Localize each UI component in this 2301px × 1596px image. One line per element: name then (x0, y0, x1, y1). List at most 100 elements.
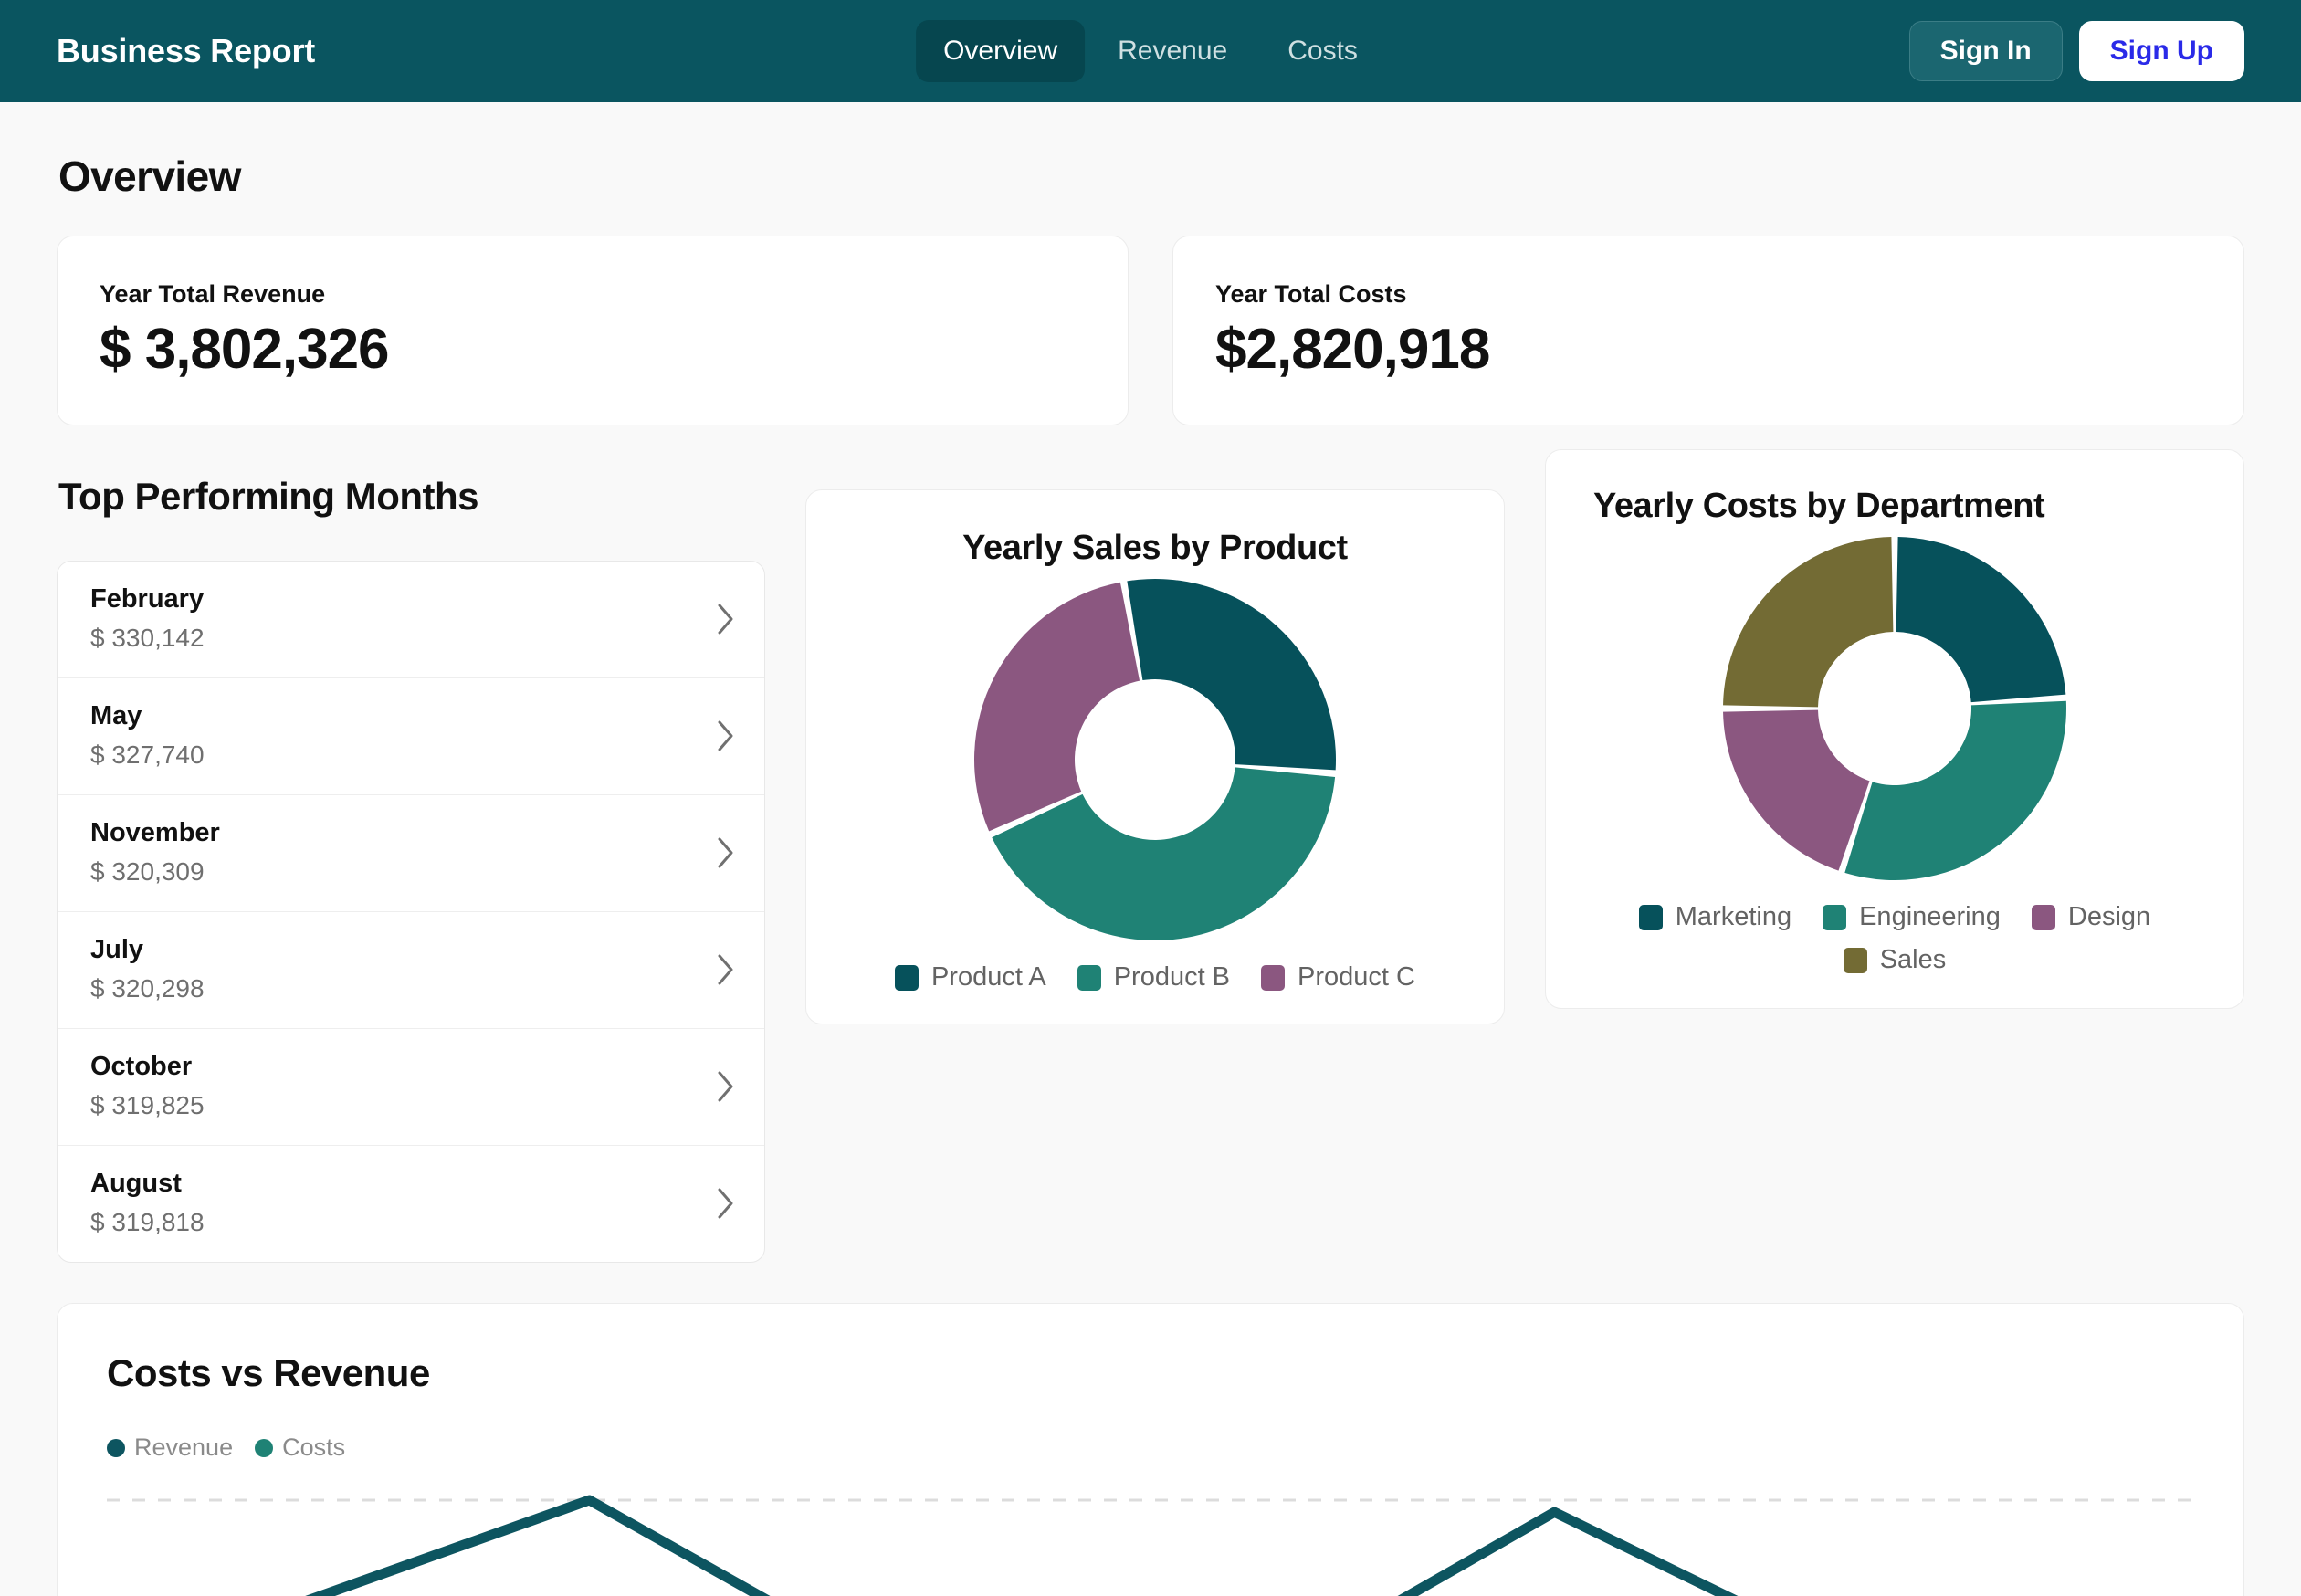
month-info: February $ 330,142 (74, 584, 717, 653)
legend-item-costs[interactable]: Costs (255, 1433, 345, 1462)
yearly-sales-by-product-card: Yearly Sales by Product Product A Product… (804, 489, 1505, 1025)
middle-row: February $ 330,142 May $ 327,740 Novembe… (57, 449, 2244, 1264)
kpi-row: Year Total Revenue $ 3,802,326 Year Tota… (57, 236, 2244, 426)
yearly-costs-chart-title: Yearly Costs by Department (1592, 487, 2045, 526)
legend-item[interactable]: Product C (1261, 962, 1415, 992)
legend-dot-revenue-icon (107, 1438, 125, 1457)
costs-vs-revenue-plot (107, 1487, 2198, 1596)
month-name: October (90, 1052, 193, 1082)
donut-chart-sales (973, 579, 1336, 941)
sign-in-button[interactable]: Sign In (1908, 21, 2063, 81)
legend-label: Design (2067, 902, 2151, 932)
list-item[interactable]: October $ 319,825 (58, 1029, 764, 1147)
app-brand: Business Report (57, 32, 316, 69)
legend-item[interactable]: Marketing (1638, 902, 1792, 932)
donut-segment[interactable] (1723, 537, 1894, 708)
list-item[interactable]: July $ 320,298 (58, 912, 764, 1030)
legend-item[interactable]: Engineering (1823, 902, 2001, 932)
donut-segment[interactable] (1896, 537, 2066, 703)
yearly-sales-legend: Product A Product B Product C (806, 962, 1504, 992)
yearly-sales-chart-title: Yearly Sales by Product (962, 529, 1348, 568)
kpi-card-revenue: Year Total Revenue $ 3,802,326 (57, 236, 1129, 426)
legend-label-costs: Costs (282, 1433, 346, 1462)
costs-vs-revenue-title: Costs vs Revenue (107, 1351, 430, 1395)
line-chart-costs-vs-revenue (107, 1495, 2198, 1596)
month-name: May (90, 701, 142, 731)
yearly-costs-legend: Marketing Engineering Design Sales (1546, 902, 2243, 975)
donut-segment[interactable] (973, 582, 1140, 832)
nav-tab-revenue[interactable]: Revenue (1090, 20, 1255, 82)
month-value: $ 327,740 (90, 740, 205, 770)
month-info: July $ 320,298 (74, 935, 717, 1003)
legend-swatch-icon (1843, 947, 1867, 973)
legend-label-revenue: Revenue (134, 1433, 234, 1462)
month-name: November (90, 818, 220, 848)
legend-item[interactable]: Design (2031, 902, 2151, 932)
month-value: $ 319,818 (90, 1208, 205, 1237)
top-months-column: February $ 330,142 May $ 327,740 Novembe… (57, 460, 765, 1264)
list-item[interactable]: November $ 320,309 (58, 795, 764, 913)
month-name: July (90, 935, 144, 965)
page-title: Overview (58, 152, 241, 200)
sign-up-button[interactable]: Sign Up (2078, 21, 2244, 81)
yearly-costs-by-department-card: Yearly Costs by Department Marketing Engi… (1544, 449, 2244, 1010)
chevron-right-icon (718, 837, 733, 868)
legend-item[interactable]: Product B (1077, 962, 1230, 992)
month-info: May $ 327,740 (74, 701, 717, 770)
month-name: August (90, 1169, 182, 1199)
page-body: Overview Year Total Revenue $ 3,802,326 … (0, 152, 2301, 1596)
chevron-right-icon (718, 1071, 733, 1102)
line-series-revenue (305, 1495, 1739, 1596)
legend-swatch-icon (1823, 904, 1847, 930)
legend-item[interactable]: Product A (894, 962, 1046, 992)
month-value: $ 320,309 (90, 857, 205, 887)
kpi-value-revenue: $ 3,802,326 (100, 318, 390, 381)
legend-label: Product B (1113, 962, 1231, 992)
month-info: August $ 319,818 (74, 1169, 717, 1237)
legend-label: Product A (930, 962, 1046, 992)
top-navbar: Business Report Overview Revenue Costs S… (0, 0, 2301, 102)
month-name: February (90, 584, 205, 614)
chevron-right-icon (718, 604, 733, 635)
legend-label: Marketing (1675, 902, 1792, 932)
top-months-list: February $ 330,142 May $ 327,740 Novembe… (57, 561, 765, 1264)
legend-swatch-icon (1638, 904, 1663, 930)
legend-item-revenue[interactable]: Revenue (107, 1433, 233, 1462)
month-info: November $ 320,309 (74, 818, 717, 887)
chevron-right-icon (718, 720, 733, 751)
donut-segment[interactable] (1127, 579, 1336, 771)
legend-label: Product C (1298, 962, 1415, 992)
list-item[interactable]: February $ 330,142 (58, 562, 764, 679)
kpi-label-revenue: Year Total Revenue (100, 280, 326, 308)
month-value: $ 330,142 (90, 624, 205, 653)
legend-label: Sales (1879, 945, 1947, 975)
kpi-value-costs: $2,820,918 (1215, 318, 1490, 381)
donut-chart-costs (1723, 537, 2066, 881)
nav-tabs: Overview Revenue Costs (916, 20, 1385, 82)
nav-tab-costs[interactable]: Costs (1260, 20, 1385, 82)
month-value: $ 319,825 (90, 1091, 205, 1120)
kpi-label-costs: Year Total Costs (1215, 280, 1407, 308)
costs-vs-revenue-legend: Revenue Costs (107, 1433, 2194, 1462)
month-info: October $ 319,825 (74, 1052, 717, 1120)
month-value: $ 320,298 (90, 974, 205, 1003)
yearly-sales-donut (806, 577, 1504, 942)
legend-swatch-icon (1261, 964, 1286, 991)
chevron-right-icon (718, 954, 733, 985)
legend-swatch-icon (2031, 904, 2055, 930)
yearly-costs-donut (1546, 535, 2243, 882)
list-item[interactable]: May $ 327,740 (58, 678, 764, 796)
donut-segment[interactable] (1723, 709, 1870, 871)
legend-swatch-icon (894, 964, 919, 991)
auth-actions: Sign In Sign Up (1908, 21, 2244, 81)
list-item[interactable]: August $ 319,818 (58, 1146, 764, 1262)
chevron-right-icon (718, 1188, 733, 1219)
legend-item[interactable]: Sales (1843, 945, 1947, 975)
donut-segment[interactable] (1844, 700, 2066, 881)
nav-tab-overview[interactable]: Overview (916, 20, 1086, 82)
kpi-card-costs: Year Total Costs $2,820,918 (1172, 236, 2244, 426)
costs-vs-revenue-card: Costs vs Revenue Revenue Costs (57, 1303, 2244, 1596)
legend-label: Engineering (1859, 902, 2001, 932)
legend-swatch-icon (1077, 964, 1101, 991)
legend-dot-costs-icon (255, 1438, 274, 1457)
